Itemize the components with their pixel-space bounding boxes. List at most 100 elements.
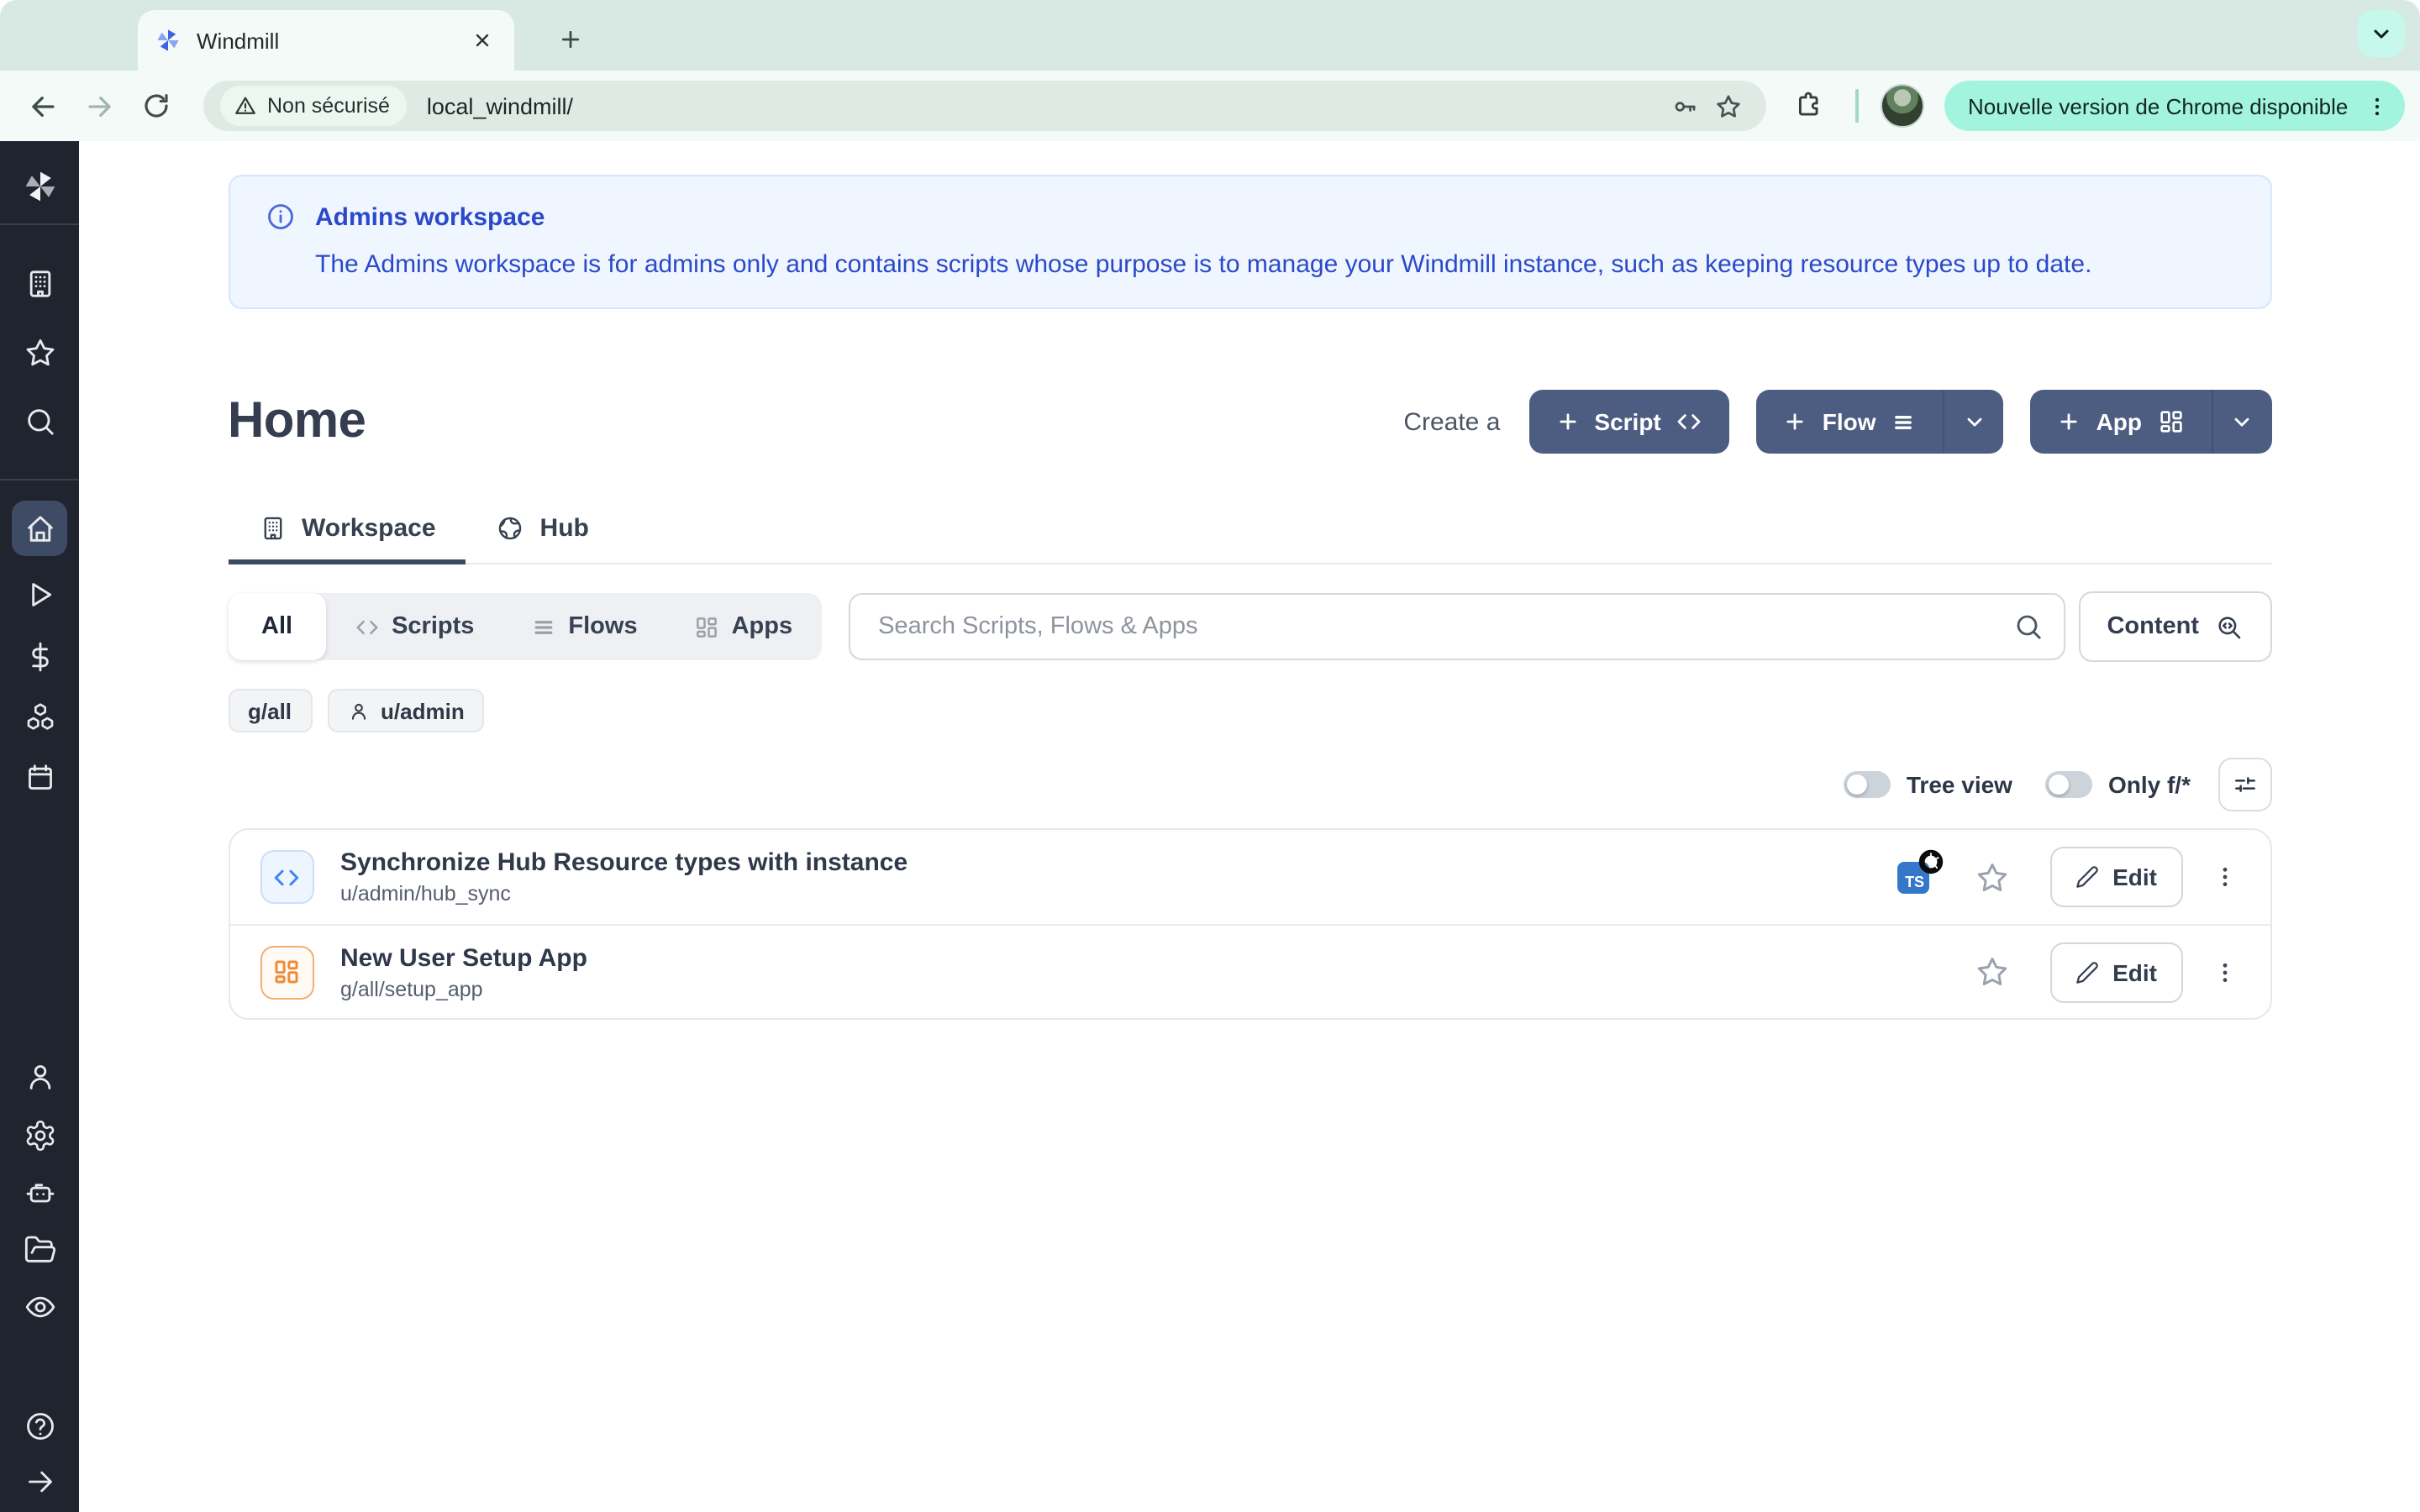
banner-title: Admins workspace <box>315 202 544 231</box>
edit-button[interactable]: Edit <box>2050 942 2182 1002</box>
filter-apps[interactable]: Apps <box>666 593 822 660</box>
more-menu-icon[interactable] <box>2202 855 2246 899</box>
profile-avatar[interactable] <box>1881 84 1924 128</box>
security-chip[interactable]: Non sécurisé <box>220 86 407 126</box>
sidebar-item-variables[interactable] <box>12 628 67 684</box>
favorite-star-icon[interactable] <box>1975 859 2010 895</box>
create-flow-button[interactable]: Flow <box>1757 390 2004 454</box>
sidebar-item-audit-logs[interactable] <box>12 1278 67 1334</box>
sidebar-item-workers[interactable] <box>12 1164 67 1220</box>
warning-icon <box>234 94 257 118</box>
sidebar-item-settings[interactable] <box>12 1107 67 1163</box>
plus-icon <box>1555 410 1579 433</box>
create-app-dropdown[interactable] <box>2211 390 2271 454</box>
code-icon <box>355 614 380 639</box>
content-search-icon <box>2214 612 2243 641</box>
sidebar-item-workspace[interactable] <box>12 255 67 311</box>
create-a-label: Create a <box>1403 407 1500 436</box>
code-icon <box>1676 408 1703 435</box>
filter-scripts-label: Scripts <box>392 613 474 640</box>
sidebar-divider <box>0 479 79 480</box>
sliders-icon <box>2231 771 2258 798</box>
create-script-button[interactable]: Script <box>1528 390 1729 454</box>
screen: Windmill Non sécurisé local_windmi <box>0 0 2420 1512</box>
banner-body: The Admins workspace is for admins only … <box>315 250 2234 279</box>
back-icon[interactable] <box>17 81 67 131</box>
tree-view-toggle[interactable] <box>1844 771 1891 798</box>
bookmark-star-icon[interactable] <box>1706 84 1749 128</box>
display-settings-button[interactable] <box>2217 758 2271 811</box>
sidebar-item-home[interactable] <box>12 501 67 556</box>
expand-sidebar-icon[interactable] <box>12 1453 67 1509</box>
app-grid-icon <box>2157 408 2184 435</box>
extensions-icon[interactable] <box>1786 84 1830 128</box>
chevron-down-icon <box>2230 410 2254 433</box>
search-icon <box>2012 612 2043 642</box>
security-label: Non sécurisé <box>267 94 390 118</box>
sidebar-item-favorites[interactable] <box>12 324 67 380</box>
owner-chip-g-all[interactable]: g/all <box>228 689 312 732</box>
filter-scripts[interactable]: Scripts <box>326 593 502 660</box>
owner-chip-g-all-label: g/all <box>248 698 292 723</box>
kind-filter-group: All Scripts Flows Apps <box>228 593 821 660</box>
page-title: Home <box>228 393 366 450</box>
sidebar <box>0 141 79 1512</box>
content-button-label: Content <box>2107 613 2199 640</box>
tab-search-button[interactable] <box>2358 10 2405 57</box>
sidebar-item-resources[interactable] <box>12 689 67 744</box>
list-item-app[interactable]: New User Setup App g/all/setup_app <box>229 924 2270 1018</box>
tab-close-icon[interactable] <box>467 25 497 55</box>
busy-cursor <box>1918 848 1944 874</box>
chrome-update-button[interactable]: Nouvelle version de Chrome disponible <box>1944 81 2405 131</box>
windmill-logo[interactable] <box>12 158 67 213</box>
sidebar-item-search[interactable] <box>12 393 67 449</box>
chrome-menu-icon[interactable] <box>2358 87 2395 124</box>
filter-all[interactable]: All <box>228 593 326 660</box>
chevron-down-icon <box>1963 410 1986 433</box>
sidebar-item-runs[interactable] <box>12 566 67 622</box>
create-flow-dropdown[interactable] <box>1944 390 2004 454</box>
search-input[interactable] <box>875 612 2012 642</box>
filter-flows[interactable]: Flows <box>502 593 666 660</box>
sidebar-item-users[interactable] <box>12 1048 67 1104</box>
password-key-icon[interactable] <box>1662 84 1706 128</box>
info-icon <box>265 202 295 232</box>
item-title[interactable]: New User Setup App <box>340 943 1897 972</box>
browser-tab-strip: Windmill <box>0 0 2420 71</box>
reload-icon[interactable] <box>131 81 182 131</box>
favorite-star-icon[interactable] <box>1975 954 2010 990</box>
edit-button[interactable]: Edit <box>2050 847 2182 907</box>
address-bar[interactable]: Non sécurisé local_windmill/ <box>203 81 1766 131</box>
sidebar-item-schedules[interactable] <box>12 749 67 805</box>
script-icon <box>260 850 313 904</box>
flow-list-icon <box>1891 409 1917 434</box>
owner-chip-u-admin[interactable]: u/admin <box>327 689 485 732</box>
tab-workspace[interactable]: Workspace <box>228 514 466 564</box>
list-item-script[interactable]: Synchronize Hub Resource types with inst… <box>229 830 2270 924</box>
forward-icon <box>74 81 124 131</box>
pencil-icon <box>2075 865 2099 889</box>
items-list: Synchronize Hub Resource types with inst… <box>228 828 2271 1020</box>
tab-hub[interactable]: Hub <box>466 514 619 564</box>
create-app-button[interactable]: App <box>2031 390 2271 454</box>
windmill-favicon <box>155 27 182 54</box>
tab-workspace-label: Workspace <box>302 514 436 543</box>
browser-toolbar: Non sécurisé local_windmill/ Nouvelle ve… <box>0 71 2420 141</box>
only-f-label: Only f/* <box>2108 771 2191 798</box>
workspace-hub-tabs: Workspace Hub <box>228 514 2271 564</box>
filter-apps-label: Apps <box>732 613 793 640</box>
help-icon[interactable] <box>12 1398 67 1453</box>
url-text[interactable]: local_windmill/ <box>427 93 1662 118</box>
browser-tab-windmill[interactable]: Windmill <box>138 10 514 71</box>
toolbar-divider <box>1855 89 1859 123</box>
item-title[interactable]: Synchronize Hub Resource types with inst… <box>340 848 1897 877</box>
main-content: Admins workspace The Admins workspace is… <box>79 141 2420 1512</box>
filter-all-label: All <box>261 613 292 640</box>
search-box[interactable] <box>848 593 2065 660</box>
content-button[interactable]: Content <box>2078 591 2271 662</box>
only-f-toggle[interactable] <box>2046 771 2093 798</box>
new-tab-button[interactable] <box>546 15 593 62</box>
more-menu-icon[interactable] <box>2202 950 2246 994</box>
sidebar-item-folders[interactable] <box>12 1221 67 1277</box>
flow-list-icon <box>531 614 556 639</box>
